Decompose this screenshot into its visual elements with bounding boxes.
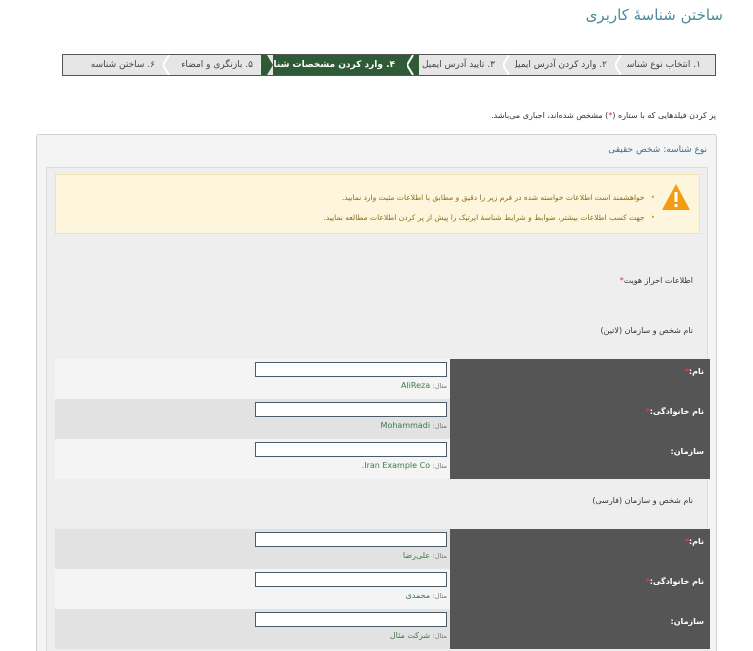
example-value: Iran Example Co. bbox=[361, 461, 431, 470]
warning-list: خواهشمند است اطلاعات خواسته شده در فرم ز… bbox=[324, 188, 655, 228]
chevron-left-icon bbox=[261, 55, 273, 75]
field-example: مثال: محمدی bbox=[255, 591, 447, 600]
form-row-latin-first-name: مثال: AliReza نام:* bbox=[55, 359, 710, 399]
example-prefix: مثال: bbox=[432, 592, 447, 600]
wizard-steps: ۱. انتخاب نوع شناسه ۲. وارد کردن آدرس ای… bbox=[62, 54, 716, 76]
field-cell: مثال: AliReza bbox=[55, 359, 450, 399]
panel-header: نوع شناسه: شخص حقیقی bbox=[608, 145, 707, 155]
warning-item: جهت کسب اطلاعات بیشتر، ضوابط و شرایط شنا… bbox=[324, 208, 655, 228]
chevron-left-icon bbox=[163, 55, 175, 75]
field-label-text: نام: bbox=[688, 537, 704, 546]
example-prefix: مثال: bbox=[432, 462, 447, 470]
form-row-persian-organization: مثال: شرکت مثال سازمان: bbox=[55, 609, 710, 649]
example-value: شرکت مثال bbox=[389, 631, 431, 640]
field-label-text: نام خانوادگی: bbox=[649, 577, 704, 586]
persian-section-title: نام شخص و سازمان (فارسی) bbox=[592, 496, 693, 505]
example-value: Mohammadi bbox=[380, 421, 431, 430]
field-label-text: نام: bbox=[688, 367, 704, 376]
latin-section-title: نام شخص و سازمان (لاتین) bbox=[600, 326, 693, 335]
wizard-step-enter-email: ۲. وارد کردن آدرس ایمیل bbox=[503, 55, 621, 75]
form-row-latin-last-name: مثال: Mohammadi نام خانوادگی:* bbox=[55, 399, 710, 439]
field-example: مثال: Mohammadi bbox=[255, 421, 447, 430]
latin-organization-input[interactable] bbox=[255, 442, 447, 457]
field-cell: مثال: Iran Example Co. bbox=[55, 439, 450, 479]
chevron-left-icon bbox=[407, 55, 419, 75]
wizard-step-confirm-email: ۳. تایید آدرس ایمیل bbox=[407, 55, 509, 75]
identity-panel: نوع شناسه: شخص حقیقی خواهشمند است اطلاعا… bbox=[36, 134, 717, 651]
example-prefix: مثال: bbox=[432, 552, 447, 560]
latin-last-name-input[interactable] bbox=[255, 402, 447, 417]
note-text-after: ) مشخص شده‌اند، اجباری می‌باشد. bbox=[491, 111, 609, 120]
field-cell: مثال: علی‌رضا bbox=[55, 529, 450, 569]
wizard-step-label: ۴. وارد کردن مشخصات شناسه bbox=[259, 60, 395, 70]
chevron-left-icon bbox=[615, 55, 627, 75]
example-prefix: مثال: bbox=[432, 382, 447, 390]
field-cell: مثال: شرکت مثال bbox=[55, 609, 450, 649]
form-row-persian-first-name: مثال: علی‌رضا نام:* bbox=[55, 529, 710, 569]
warning-box: خواهشمند است اطلاعات خواسته شده در فرم ز… bbox=[55, 174, 700, 234]
persian-organization-input[interactable] bbox=[255, 612, 447, 627]
example-value: علی‌رضا bbox=[402, 551, 431, 560]
field-label-text: سازمان: bbox=[670, 447, 704, 456]
example-value: AliReza bbox=[400, 381, 431, 390]
wizard-step-review-sign: ۵. بازنگری و امضاء bbox=[163, 55, 267, 75]
field-label: نام:* bbox=[450, 359, 710, 399]
warning-triangle-icon bbox=[662, 184, 690, 210]
chevron-left-icon bbox=[503, 55, 515, 75]
field-cell: مثال: Mohammadi bbox=[55, 399, 450, 439]
page-title: ساختن شناسهٔ کاربری bbox=[585, 6, 723, 24]
required-fields-note: پر کردن فیلدهایی که با ستاره (*) مشخص شد… bbox=[491, 111, 716, 120]
persian-first-name-input[interactable] bbox=[255, 532, 447, 547]
panel-body: خواهشمند است اطلاعات خواسته شده در فرم ز… bbox=[46, 167, 710, 651]
field-label: نام:* bbox=[450, 529, 710, 569]
identity-section-label: اطلاعات احراز هویت* bbox=[620, 276, 693, 285]
wizard-step-label: ۶. ساختن شناسه bbox=[90, 60, 155, 70]
warning-item: خواهشمند است اطلاعات خواسته شده در فرم ز… bbox=[324, 188, 655, 208]
identity-label-text: اطلاعات احراز هویت bbox=[623, 276, 693, 285]
field-label: نام خانوادگی:* bbox=[450, 399, 710, 439]
form-row-persian-last-name: مثال: محمدی نام خانوادگی:* bbox=[55, 569, 710, 609]
note-text-before: پر کردن فیلدهایی که با ستاره ( bbox=[612, 111, 716, 120]
example-prefix: مثال: bbox=[432, 422, 447, 430]
wizard-step-label: ۲. وارد کردن آدرس ایمیل bbox=[511, 60, 607, 70]
field-label: نام خانوادگی:* bbox=[450, 569, 710, 609]
wizard-step-label: ۳. تایید آدرس ایمیل bbox=[421, 60, 495, 70]
field-label-text: سازمان: bbox=[670, 617, 704, 626]
wizard-step-enter-details: ۴. وارد کردن مشخصات شناسه bbox=[259, 55, 413, 75]
field-example: مثال: AliReza bbox=[255, 381, 447, 390]
wizard-step-label: ۱. انتخاب نوع شناسه bbox=[622, 60, 701, 70]
latin-first-name-input[interactable] bbox=[255, 362, 447, 377]
wizard-step-label: ۵. بازنگری و امضاء bbox=[181, 60, 253, 70]
field-example: مثال: شرکت مثال bbox=[255, 631, 447, 640]
example-prefix: مثال: bbox=[432, 632, 447, 640]
field-label: سازمان: bbox=[450, 439, 710, 479]
wizard-step-create-id: ۶. ساختن شناسه bbox=[63, 55, 169, 75]
field-label-text: نام خانوادگی: bbox=[649, 407, 704, 416]
field-example: مثال: Iran Example Co. bbox=[255, 461, 447, 470]
example-value: محمدی bbox=[405, 591, 431, 600]
wizard-step-select-type: ۱. انتخاب نوع شناسه bbox=[615, 55, 715, 75]
form-row-latin-organization: مثال: Iran Example Co. سازمان: bbox=[55, 439, 710, 479]
persian-last-name-input[interactable] bbox=[255, 572, 447, 587]
field-cell: مثال: محمدی bbox=[55, 569, 450, 609]
field-label: سازمان: bbox=[450, 609, 710, 649]
field-example: مثال: علی‌رضا bbox=[255, 551, 447, 560]
